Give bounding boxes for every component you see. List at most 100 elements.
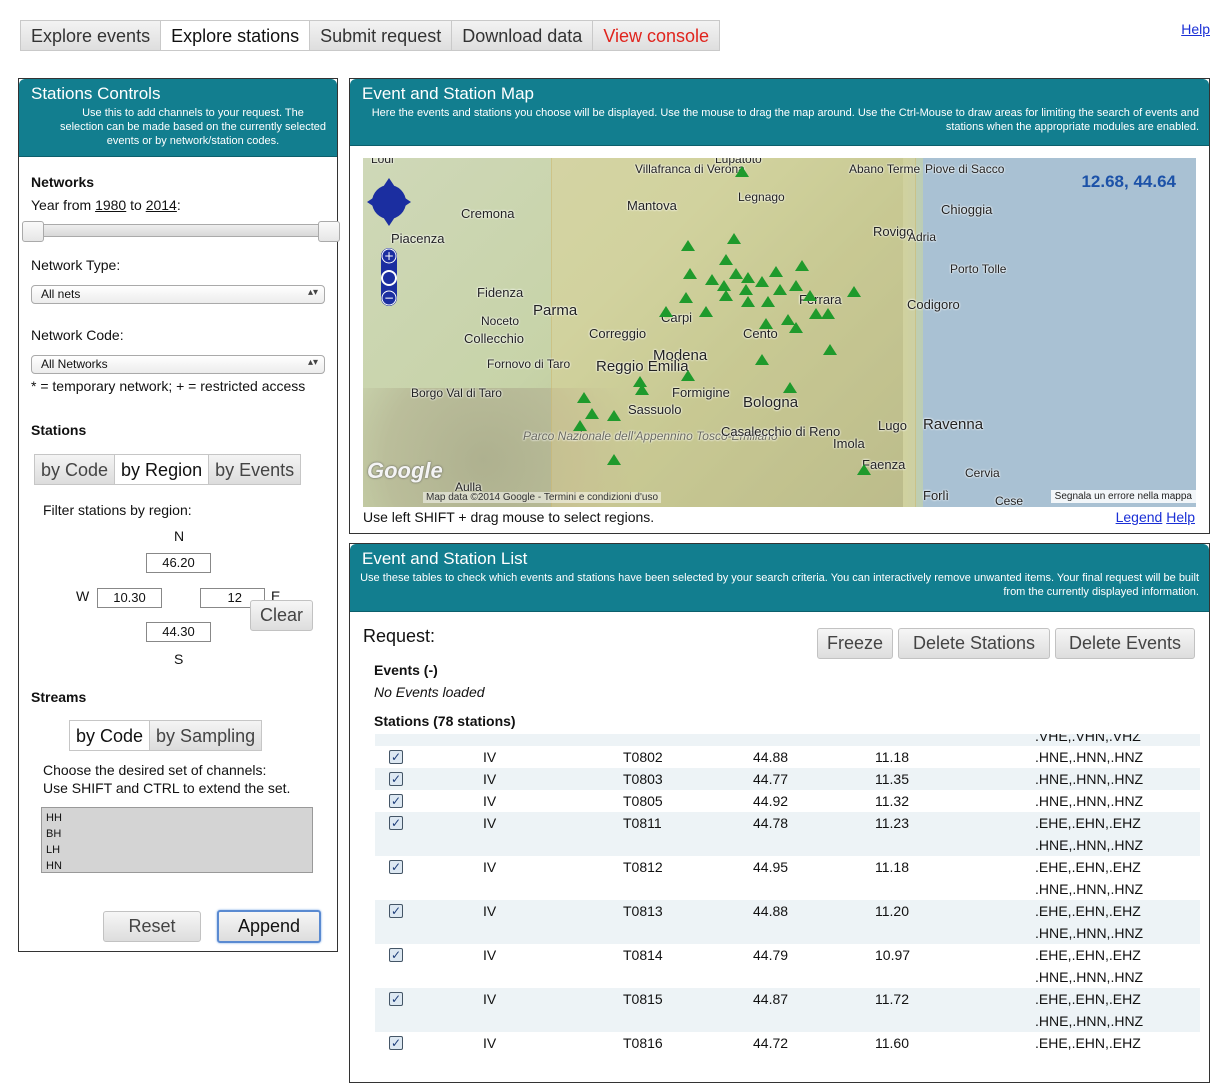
- table-row[interactable]: ✓ IV T0815 44.87 11.72 .EHE,.EHN,.EHZ .HNE,.HN…: [375, 988, 1200, 1032]
- station-marker-icon[interactable]: [821, 308, 835, 319]
- event-station-map[interactable]: Lodi Villafranca di Verona Lupatoto Aban…: [363, 158, 1196, 507]
- slider-handle-end[interactable]: [318, 221, 340, 242]
- station-marker-icon[interactable]: [683, 268, 697, 279]
- station-net-cell: IV: [483, 903, 497, 919]
- events-heading: Events (-): [374, 662, 438, 678]
- station-marker-icon[interactable]: [719, 290, 733, 301]
- station-marker-icon[interactable]: [773, 284, 787, 295]
- station-checkbox[interactable]: ✓: [389, 992, 403, 1006]
- station-marker-icon[interactable]: [759, 318, 773, 329]
- station-marker-icon[interactable]: [755, 354, 769, 365]
- slider-handle-start[interactable]: [22, 221, 44, 242]
- station-marker-icon[interactable]: [789, 280, 803, 291]
- tab-download-data[interactable]: Download data: [451, 20, 594, 51]
- station-checkbox[interactable]: ✓: [389, 794, 403, 808]
- station-marker-icon[interactable]: [607, 454, 621, 465]
- station-marker-icon[interactable]: [739, 284, 753, 295]
- table-row[interactable]: ✓ IV T0812 44.95 11.18 .EHE,.EHN,.EHZ .HNE,.HN…: [375, 856, 1200, 900]
- station-checkbox[interactable]: ✓: [389, 1036, 403, 1050]
- station-marker-icon[interactable]: [769, 266, 783, 277]
- reset-button[interactable]: Reset: [103, 911, 201, 942]
- map-town-label: Abano Terme: [849, 162, 921, 176]
- station-marker-icon[interactable]: [857, 464, 871, 475]
- station-marker-icon[interactable]: [789, 322, 803, 333]
- tab-explore-stations[interactable]: Explore stations: [160, 20, 311, 51]
- station-marker-icon[interactable]: [727, 233, 741, 244]
- north-input[interactable]: 46.20: [146, 553, 211, 573]
- tab-explore-events[interactable]: Explore events: [20, 20, 162, 51]
- station-marker-icon[interactable]: [847, 286, 861, 297]
- station-checkbox[interactable]: ✓: [389, 904, 403, 918]
- station-marker-icon[interactable]: [607, 410, 621, 421]
- south-input[interactable]: 44.30: [146, 622, 211, 642]
- table-row[interactable]: ✓ IV T0816 44.72 11.60 .EHE,.EHN,.EHZ: [375, 1032, 1200, 1052]
- table-row[interactable]: ✓ IV T0803 44.77 11.35 .HNE,.HNN,.HNZ: [375, 768, 1200, 790]
- station-tab-by-region[interactable]: by Region: [114, 454, 210, 485]
- station-marker-icon[interactable]: [699, 306, 713, 317]
- append-button[interactable]: Append: [217, 910, 321, 943]
- map-panel-title: Event and Station Map: [362, 84, 535, 103]
- station-tab-by-code[interactable]: by Code: [34, 454, 116, 485]
- station-marker-icon[interactable]: [635, 384, 649, 395]
- station-marker-icon[interactable]: [735, 166, 749, 177]
- stream-tab-by-code[interactable]: by Code: [69, 720, 151, 751]
- station-marker-icon[interactable]: [803, 290, 817, 301]
- station-tab-by-events[interactable]: by Events: [208, 454, 302, 485]
- tab-view-console[interactable]: View console: [592, 20, 721, 51]
- map-help-link[interactable]: Help: [1166, 509, 1195, 525]
- station-checkbox[interactable]: ✓: [389, 860, 403, 874]
- station-marker-icon[interactable]: [585, 408, 599, 419]
- station-net-cell: IV: [483, 859, 497, 875]
- station-marker-icon[interactable]: [761, 296, 775, 307]
- delete-stations-button[interactable]: Delete Stations: [898, 628, 1050, 659]
- channel-option[interactable]: HN: [46, 858, 308, 874]
- west-input[interactable]: 10.30: [97, 588, 162, 608]
- station-marker-icon[interactable]: [573, 420, 587, 431]
- table-row[interactable]: ✓ IV T0811 44.78 11.23 .EHE,.EHN,.EHZ .HNE,.HN…: [375, 812, 1200, 856]
- station-marker-icon[interactable]: [795, 260, 809, 271]
- channels-listbox[interactable]: HH BH LH HN: [41, 807, 313, 873]
- station-marker-icon[interactable]: [659, 306, 673, 317]
- help-link[interactable]: Help: [1181, 21, 1210, 37]
- station-marker-icon[interactable]: [679, 292, 693, 303]
- clear-button[interactable]: Clear: [250, 600, 313, 631]
- table-row[interactable]: ✓ IV T0802 44.88 11.18 .HNE,.HNN,.HNZ: [375, 746, 1200, 768]
- station-marker-icon[interactable]: [823, 344, 837, 355]
- channel-option[interactable]: BH: [46, 826, 308, 842]
- stations-controls-title: Stations Controls: [31, 84, 161, 103]
- tab-submit-request[interactable]: Submit request: [309, 20, 453, 51]
- pan-zoom-icon[interactable]: + −: [367, 170, 411, 306]
- station-checkbox[interactable]: ✓: [389, 816, 403, 830]
- table-row[interactable]: ✓ IV T0805 44.92 11.32 .HNE,.HNN,.HNZ: [375, 790, 1200, 812]
- north-label: N: [174, 528, 185, 544]
- map-attribution[interactable]: Map data ©2014 Google - Termini e condiz…: [423, 492, 662, 503]
- map-town-label: Chioggia: [941, 202, 993, 217]
- table-row[interactable]: ✓ IV T0813 44.88 11.20 .EHE,.EHN,.EHZ .HNE,.HN…: [375, 900, 1200, 944]
- station-marker-icon[interactable]: [783, 382, 797, 393]
- legend-link[interactable]: Legend: [1116, 509, 1163, 525]
- channel-option[interactable]: HH: [46, 810, 308, 826]
- station-marker-icon[interactable]: [741, 296, 755, 307]
- map-nav-control[interactable]: + −: [367, 170, 411, 306]
- delete-events-button[interactable]: Delete Events: [1055, 628, 1195, 659]
- station-marker-icon[interactable]: [577, 392, 591, 403]
- channel-option[interactable]: LH: [46, 842, 308, 858]
- station-code-cell: T0815: [623, 991, 663, 1007]
- station-marker-icon[interactable]: [681, 370, 695, 381]
- station-checkbox[interactable]: ✓: [389, 772, 403, 786]
- station-marker-icon[interactable]: [755, 276, 769, 287]
- network-type-select[interactable]: All nets ▴▾: [31, 285, 325, 304]
- network-code-select[interactable]: All Networks ▴▾: [31, 355, 325, 374]
- station-checkbox[interactable]: ✓: [389, 750, 403, 764]
- stations-heading: Stations: [31, 422, 87, 438]
- station-checkbox[interactable]: ✓: [389, 948, 403, 962]
- table-row[interactable]: ✓ IV T0814 44.79 10.97 .EHE,.EHN,.EHZ .HNE,.HN…: [375, 944, 1200, 988]
- station-marker-icon[interactable]: [681, 240, 695, 251]
- report-map-error-link[interactable]: Segnala un errore nella mappa: [1050, 490, 1196, 503]
- station-marker-icon[interactable]: [719, 254, 733, 265]
- station-marker-icon[interactable]: [741, 272, 755, 283]
- stream-tab-by-sampling[interactable]: by Sampling: [149, 720, 263, 751]
- year-range-slider[interactable]: [22, 221, 340, 242]
- map-town-label: Cese: [995, 494, 1024, 507]
- freeze-button[interactable]: Freeze: [817, 628, 893, 659]
